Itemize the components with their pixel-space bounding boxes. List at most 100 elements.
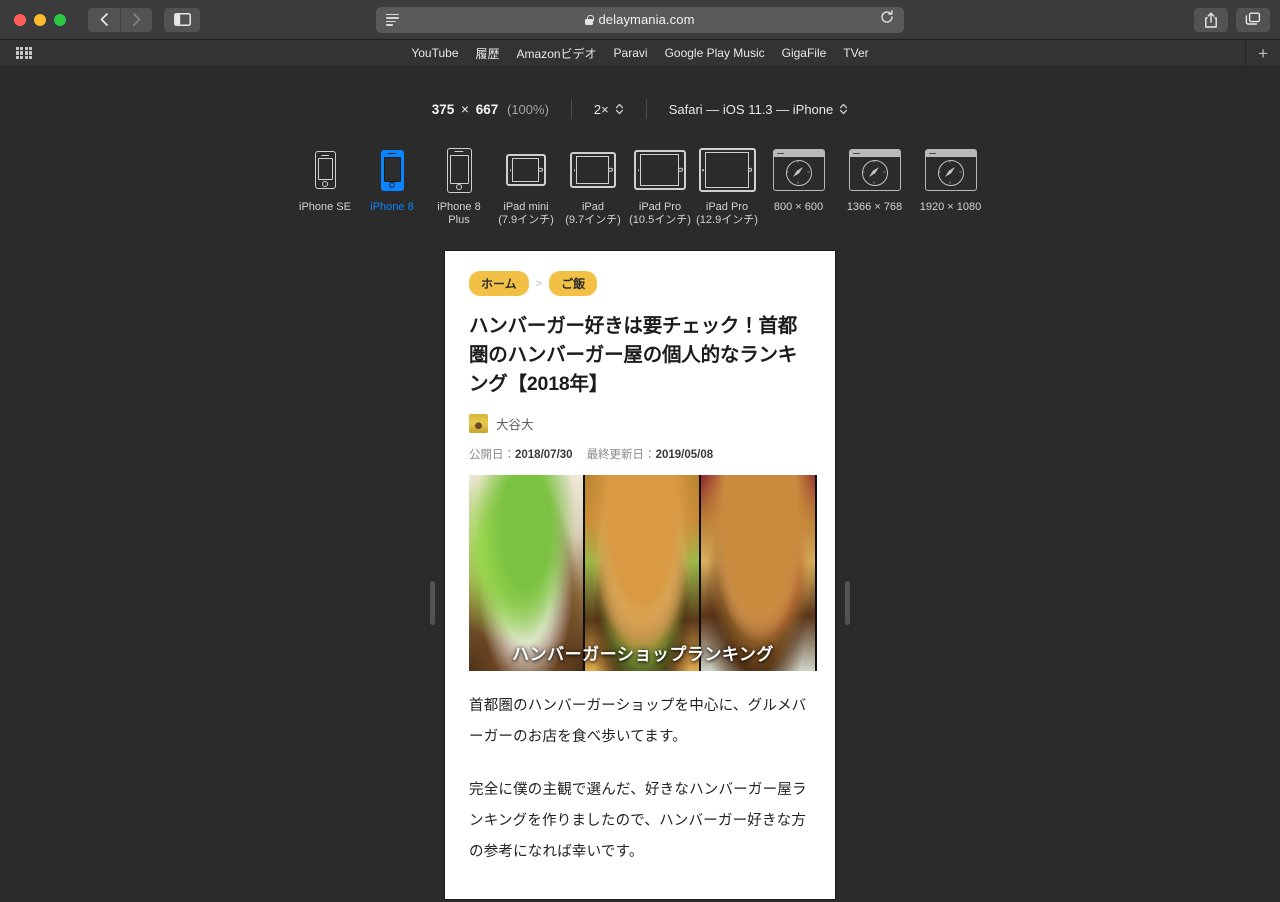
address-bar[interactable]: delaymania.com [376, 6, 904, 33]
device-label: iPad (9.7インチ) [565, 201, 621, 226]
reload-icon [881, 10, 893, 23]
author-name[interactable]: 大谷大 [496, 414, 534, 433]
device-preset-1920x1080[interactable]: 1920 × 1080 [913, 145, 989, 214]
address-bar-container: delaymania.com [376, 6, 904, 33]
safari-window-icon-2 [848, 145, 901, 195]
paragraph-2: 完全に僕の主観で選んだ、好きなハンバーガー屋ランキングを作りましたので、ハンバー… [469, 782, 807, 860]
sidebar-toggle-button[interactable] [164, 7, 200, 32]
paragraph-1: 首都圏のハンバーガーショップを中心に、グルメバーガーのお店を食べ歩いてます。 [469, 698, 807, 745]
viewport-stage: ホーム > ご飯 ハンバーガー好きは要チェック！首都圏のハンバーガー屋の個人的な… [0, 251, 1280, 899]
lock-icon [585, 14, 594, 25]
breadcrumb-item-category[interactable]: ご飯 [549, 271, 598, 296]
browser-titlebar: delaymania.com [0, 0, 1280, 40]
reader-view-icon[interactable] [386, 13, 399, 26]
titlebar-right-buttons [1194, 7, 1270, 32]
ipad-pro-12-icon [698, 145, 756, 195]
pixel-ratio-selector[interactable]: 2× [594, 102, 624, 117]
published-date: 2018/07/30 [515, 449, 573, 461]
post-dates: 公開日：2018/07/30 最終更新日：2019/05/08 [469, 446, 811, 462]
device-label: 1366 × 768 [846, 201, 903, 213]
viewport-zoom-percent: (100%) [506, 101, 549, 117]
share-icon [1205, 12, 1217, 28]
safari-window-icon-3 [924, 145, 977, 195]
bookmark-google-play-music[interactable]: Google Play Music [665, 46, 765, 60]
avatar [469, 414, 488, 433]
grid-icon[interactable] [16, 46, 32, 60]
viewport-resize-handle-right[interactable] [845, 581, 850, 625]
published-label: 公開日： [469, 449, 515, 461]
ipad-icon [570, 145, 616, 195]
share-button[interactable] [1194, 7, 1228, 32]
safari-window-icon [772, 145, 825, 195]
tab-overview-icon [1245, 12, 1261, 25]
chevron-updown-icon-2[interactable] [839, 103, 848, 115]
hero-image: ハンバーガーショップランキング [469, 475, 817, 671]
bookmark-gigafile[interactable]: GigaFile [782, 46, 827, 60]
forward-button[interactable] [120, 7, 152, 32]
toolbar-divider-2 [645, 99, 647, 119]
bookmarks-bar: YouTube 履歴 Amazonビデオ Paravi Google Play … [0, 39, 1280, 67]
device-label: iPhone SE [299, 201, 351, 213]
device-preset-ipad-mini[interactable]: iPad mini (7.9インチ) [493, 145, 560, 227]
compass-icon [785, 159, 812, 186]
updated-label: 最終更新日： [586, 449, 656, 461]
breadcrumb-item-home[interactable]: ホーム [469, 271, 529, 296]
device-label: iPad Pro (10.5インチ) [629, 201, 691, 226]
device-preset-ipad-pro-10[interactable]: iPad Pro (10.5インチ) [627, 145, 694, 227]
window-controls [14, 13, 66, 26]
bookmark-amazon-video[interactable]: Amazonビデオ [517, 45, 597, 62]
device-preset-1366x768[interactable]: 1366 × 768 [837, 145, 913, 214]
device-preset-iphone-se[interactable]: iPhone SE [292, 145, 359, 214]
hero-caption: ハンバーガーショップランキング [512, 645, 774, 664]
sidebar-icon [173, 13, 191, 26]
viewport-size-display[interactable]: 375 × 667 (100%) [432, 102, 549, 117]
breadcrumb-separator: > [535, 277, 543, 290]
chevron-updown-icon[interactable] [615, 103, 624, 115]
ipad-mini-icon [506, 145, 546, 195]
iphone-plus-icon [446, 145, 472, 195]
ipad-pro-10-icon [634, 145, 686, 195]
device-preset-ipad-pro-12[interactable]: iPad Pro (12.9インチ) [694, 145, 761, 227]
bookmark-tver[interactable]: TVer [843, 46, 868, 60]
compass-icon-3 [937, 159, 964, 186]
device-label: iPhone 8 Plus [437, 201, 481, 226]
device-preset-800x600[interactable]: 800 × 600 [761, 145, 837, 214]
device-preset-iphone-8[interactable]: iPhone 8 [359, 145, 426, 214]
viewport-resize-handle-left[interactable] [430, 581, 435, 625]
viewport-height: 667 [475, 101, 499, 117]
url-text: delaymania.com [598, 12, 695, 27]
navigation-buttons [88, 7, 152, 32]
iphone-icon [314, 145, 336, 195]
author-byline: 大谷大 [469, 414, 811, 433]
device-viewport[interactable]: ホーム > ご飯 ハンバーガー好きは要チェック！首都圏のハンバーガー屋の個人的な… [445, 251, 835, 899]
device-label: 800 × 600 [773, 201, 824, 213]
new-tab-button[interactable]: + [1245, 39, 1268, 67]
viewport-width: 375 [431, 101, 455, 117]
device-label: iPad Pro (12.9インチ) [696, 201, 758, 226]
bookmark-history[interactable]: 履歴 [476, 45, 500, 62]
back-button[interactable] [88, 7, 120, 32]
pixel-ratio-value: 2× [593, 101, 609, 117]
device-label: iPhone 8 [370, 201, 414, 213]
device-label: iPad mini (7.9インチ) [498, 201, 554, 226]
breadcrumb: ホーム > ご飯 [469, 271, 811, 296]
page-title: ハンバーガー好きは要チェック！首都圏のハンバーガー屋の個人的なランキング【201… [469, 315, 798, 395]
bookmarks-list: YouTube 履歴 Amazonビデオ Paravi Google Play … [411, 45, 868, 62]
toolbar-divider-1 [570, 99, 572, 119]
responsive-design-toolbar: 375 × 667 (100%) 2× Safari — iOS 11.3 — … [0, 85, 1280, 133]
bookmark-youtube[interactable]: YouTube [411, 46, 458, 60]
device-preset-strip: iPhone SE iPhone 8 iPhone 8 Plus iPad mi… [0, 145, 1280, 227]
device-preset-ipad[interactable]: iPad (9.7インチ) [560, 145, 627, 227]
tab-overview-button[interactable] [1236, 7, 1270, 32]
bookmark-paravi[interactable]: Paravi [614, 46, 648, 60]
url-display: delaymania.com [376, 12, 904, 27]
zoom-window-button[interactable] [54, 13, 66, 26]
close-window-button[interactable] [14, 13, 26, 26]
user-agent-selector[interactable]: Safari — iOS 11.3 — iPhone [669, 102, 849, 117]
web-page-content: ホーム > ご飯 ハンバーガー好きは要チェック！首都圏のハンバーガー屋の個人的な… [445, 251, 835, 868]
reload-button[interactable] [880, 10, 894, 29]
device-label: 1920 × 1080 [919, 201, 982, 213]
minimize-window-button[interactable] [34, 13, 46, 26]
device-preset-iphone-8-plus[interactable]: iPhone 8 Plus [426, 145, 493, 227]
updated-date: 2019/05/08 [655, 449, 714, 461]
